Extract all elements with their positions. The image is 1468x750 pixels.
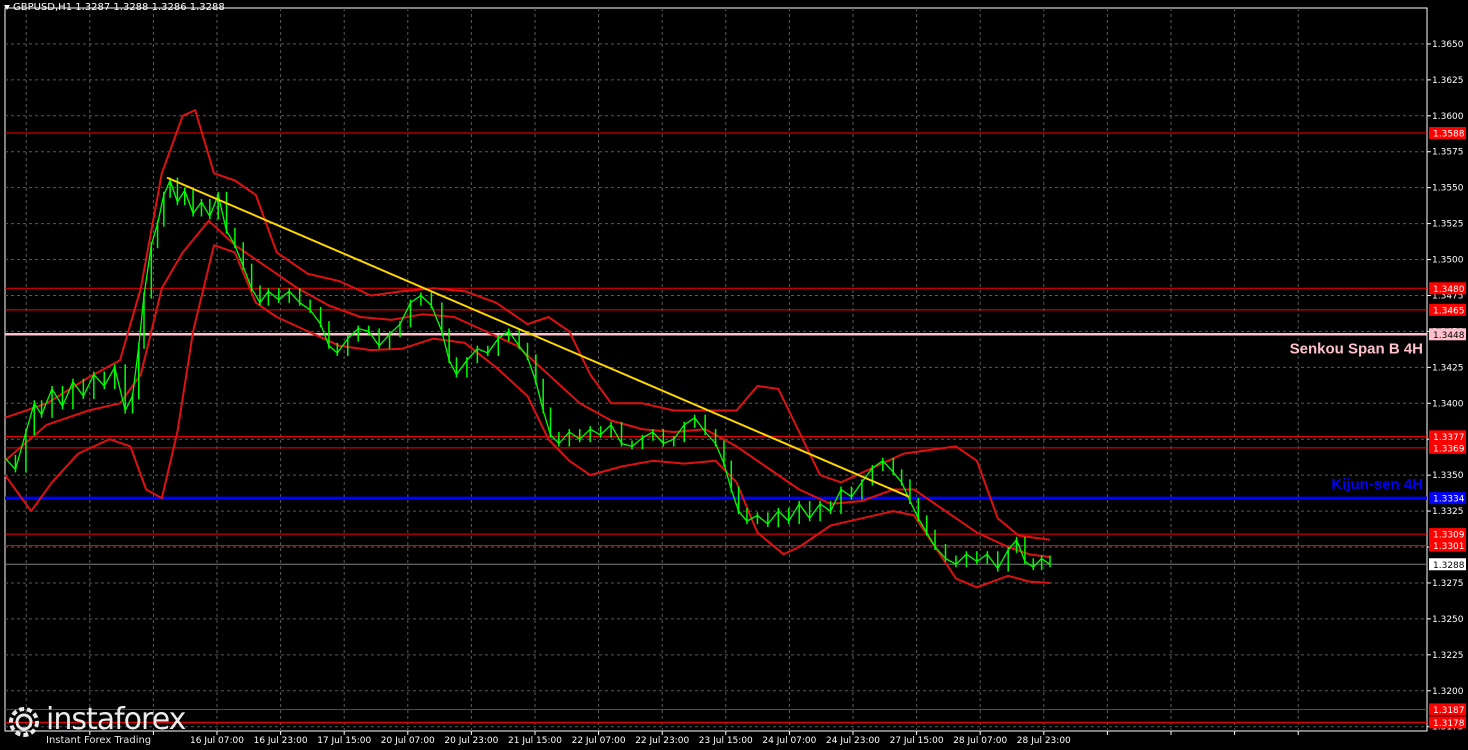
x-tick-label: 28 Jul 23:00 bbox=[1017, 736, 1071, 746]
instaforex-logo: instaforex Instant Forex Trading bbox=[6, 702, 196, 748]
kijun-sen-tag: 1.3334 bbox=[1433, 495, 1465, 505]
x-tick-label: 16 Jul 23:00 bbox=[254, 736, 308, 746]
y-tick-label: 1.3250 bbox=[1432, 615, 1464, 625]
header-symbol-info: GBPUSD,H1 1.3287 1.3288 1.3286 1.3288 bbox=[13, 2, 225, 13]
current-price-tag: 1.3288 bbox=[1433, 561, 1465, 571]
x-tick-label: 22 Jul 07:00 bbox=[572, 736, 626, 746]
x-tick-label: 28 Jul 07:00 bbox=[953, 736, 1007, 746]
level-tag: 1.3465 bbox=[1433, 306, 1465, 316]
level-tag: 1.3301 bbox=[1433, 542, 1465, 552]
logo-tagline: Instant Forex Trading bbox=[46, 735, 152, 746]
y-tick-label: 1.3425 bbox=[1432, 363, 1464, 373]
x-tick-label: 16 Jul 07:00 bbox=[190, 736, 244, 746]
y-tick-label: 1.3575 bbox=[1432, 148, 1464, 158]
logo-gear-icon bbox=[9, 707, 39, 737]
x-tick-label: 23 Jul 15:00 bbox=[699, 736, 753, 746]
y-tick-label: 1.3650 bbox=[1432, 40, 1464, 50]
level-tag: 1.3187 bbox=[1433, 706, 1465, 716]
y-tick-label: 1.3275 bbox=[1432, 579, 1464, 589]
x-tick-label: 21 Jul 15:00 bbox=[508, 736, 562, 746]
plot-frame bbox=[4, 7, 1428, 732]
level-tag: 1.3588 bbox=[1433, 130, 1465, 140]
bollinger-lower-line bbox=[4, 244, 1051, 589]
level-tag: 1.3369 bbox=[1433, 444, 1465, 454]
x-tick-label: 24 Jul 23:00 bbox=[826, 736, 880, 746]
y-tick-label: 1.3600 bbox=[1432, 112, 1464, 122]
y-tick-label: 1.3625 bbox=[1432, 76, 1464, 86]
x-tick-label: 22 Jul 23:00 bbox=[635, 736, 689, 746]
y-tick-label: 1.3325 bbox=[1432, 507, 1464, 517]
y-tick-label: 1.3225 bbox=[1432, 651, 1464, 661]
y-tick-label: 1.3400 bbox=[1432, 399, 1464, 409]
kijun-sen-label: Kijun-sen 4H bbox=[1331, 476, 1423, 493]
x-tick-label: 20 Jul 23:00 bbox=[444, 736, 498, 746]
y-tick-label: 1.3200 bbox=[1432, 687, 1464, 697]
x-tick-label: 17 Jul 15:00 bbox=[317, 736, 371, 746]
level-tag: 1.3309 bbox=[1433, 531, 1465, 541]
logo-name: instaforex bbox=[46, 702, 186, 737]
x-tick-label: 27 Jul 15:00 bbox=[890, 736, 944, 746]
bollinger-middle-line bbox=[4, 219, 1051, 559]
x-tick-label: 24 Jul 07:00 bbox=[762, 736, 816, 746]
senkou-span-b-label: Senkou Span B 4H bbox=[1290, 340, 1423, 357]
y-tick-label: 1.3500 bbox=[1432, 256, 1464, 266]
level-tag: 1.3178 bbox=[1433, 719, 1465, 729]
level-tag: 1.3377 bbox=[1433, 433, 1465, 443]
y-tick-label: 1.3550 bbox=[1432, 184, 1464, 194]
price-chart[interactable]: 1.31751.32001.32251.32501.32751.33001.33… bbox=[0, 0, 1468, 750]
x-tick-label: 20 Jul 07:00 bbox=[381, 736, 435, 746]
y-tick-label: 1.3525 bbox=[1432, 220, 1464, 230]
senkou-span-b-tag: 1.3448 bbox=[1433, 331, 1465, 341]
y-tick-label: 1.3350 bbox=[1432, 471, 1464, 481]
menu-triangle-icon[interactable] bbox=[4, 4, 10, 10]
level-tag: 1.3480 bbox=[1433, 285, 1465, 295]
trend-line bbox=[166, 176, 910, 498]
chart-header: GBPUSD,H1 1.3287 1.3288 1.3286 1.3288 bbox=[4, 2, 225, 13]
